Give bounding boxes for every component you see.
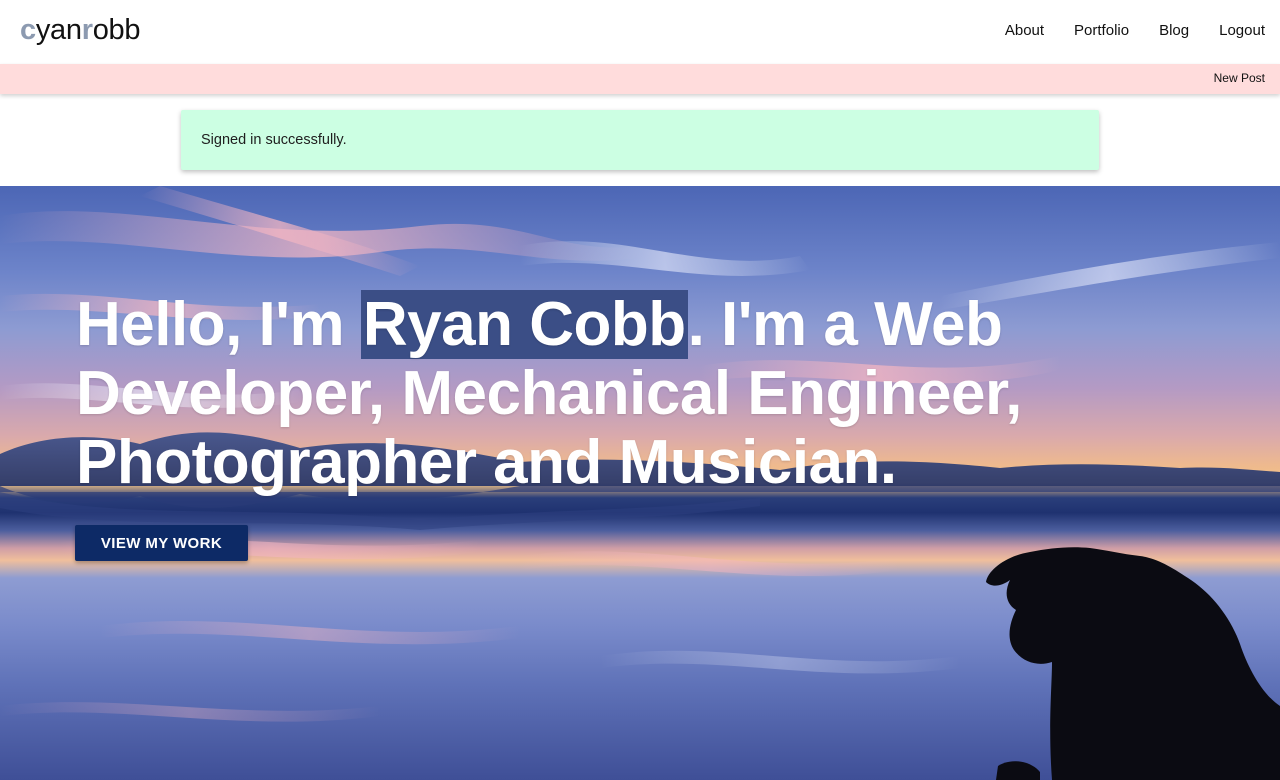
headline-intro: Hello, I'm xyxy=(76,290,361,359)
flash-message: Signed in successfully. xyxy=(201,132,347,148)
brand-text-obb: obb xyxy=(92,14,141,46)
view-my-work-button[interactable]: VIEW MY WORK xyxy=(75,525,248,561)
main-nav: About Portfolio Blog Logout xyxy=(1005,22,1265,39)
dog-silhouette xyxy=(986,547,1280,780)
brand-letter-r: r xyxy=(81,14,93,46)
nav-link-logout[interactable]: Logout xyxy=(1219,22,1265,39)
brand-logo[interactable]: cyanrobb xyxy=(20,14,141,47)
new-post-link[interactable]: New Post xyxy=(1214,71,1265,85)
nav-link-about[interactable]: About xyxy=(1005,22,1044,39)
top-navbar: cyanrobb About Portfolio Blog Logout xyxy=(0,0,1280,64)
brand-letter-c: c xyxy=(20,14,36,46)
brand-text-yan: yan xyxy=(35,14,82,46)
hero-section: Hello, I'm Ryan Cobb. I'm a Web Develope… xyxy=(0,186,1280,780)
flash-notice: Signed in successfully. xyxy=(181,110,1099,170)
nav-link-blog[interactable]: Blog xyxy=(1159,22,1189,39)
admin-subbar: New Post xyxy=(0,64,1280,94)
headline-name-highlight: Ryan Cobb xyxy=(360,290,688,359)
hero-headline: Hello, I'm Ryan Cobb. I'm a Web Develope… xyxy=(76,290,1036,497)
nav-link-portfolio[interactable]: Portfolio xyxy=(1074,22,1129,39)
